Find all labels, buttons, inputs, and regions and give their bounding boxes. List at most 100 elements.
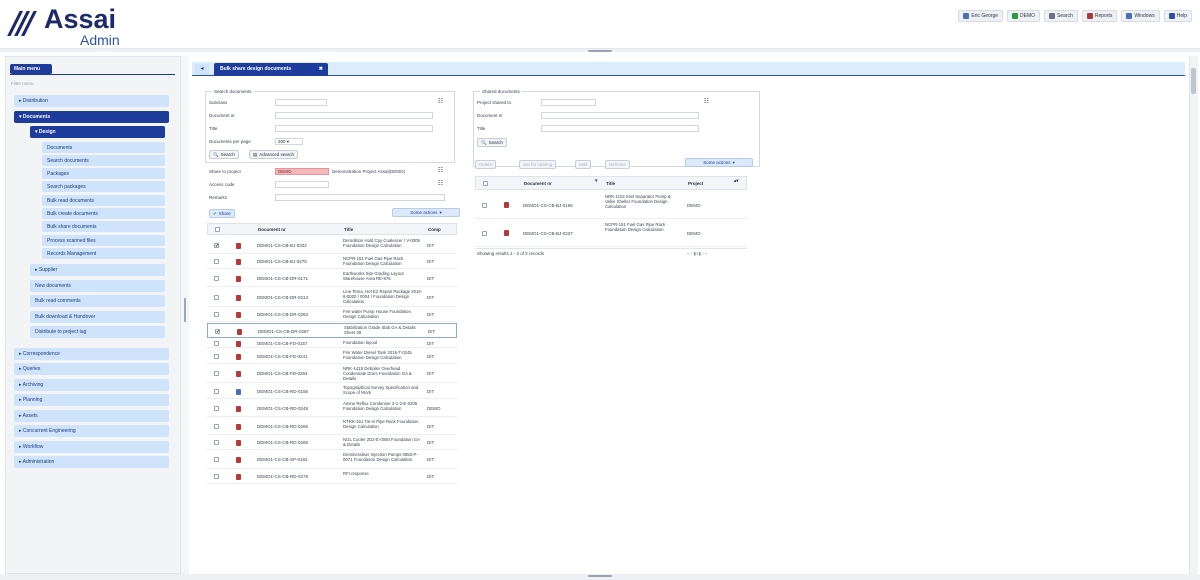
row-checkbox[interactable] <box>214 353 219 359</box>
document-nr-cell[interactable]: DEMO1-CS-CB-BJ-0202 <box>257 243 307 248</box>
shared-document-nr-cell[interactable]: DEMO1-CS-CB-BJ-0165 <box>523 203 573 208</box>
pdf-file-icon[interactable] <box>236 259 241 265</box>
menu-filter-input[interactable]: Filter menu <box>11 81 169 88</box>
tab-bulk-share-design-documents[interactable]: Bulk share design documents ✖ <box>214 63 328 76</box>
subclass-picker-icon[interactable]: ☷ <box>437 99 444 106</box>
pdf-file-icon[interactable] <box>236 294 241 301</box>
assai-logo[interactable]: /// Assai Admin <box>10 4 130 48</box>
document-file-icon[interactable] <box>236 388 241 395</box>
tab-close-icon[interactable]: ✖ <box>319 66 323 72</box>
document-nr-cell[interactable]: DEMO1-CS-CB-BJ-0275 <box>257 259 307 264</box>
pdf-file-icon[interactable] <box>504 230 509 236</box>
row-checkbox[interactable] <box>214 440 219 445</box>
document-nr-cell[interactable]: DEMO1-CS-CB-SP-0182 <box>257 457 308 462</box>
table-row[interactable]: DEMO1-CS-CB-RD-0266 NTRK-151 Tie-in Pipe … <box>207 418 457 435</box>
pdf-file-icon[interactable] <box>236 440 241 446</box>
row-checkbox[interactable]: ✔ <box>215 328 220 334</box>
shared-some-actions-button[interactable]: Some actions ▾ <box>685 158 753 167</box>
shared-col-document-nr[interactable]: Document nr <box>524 181 552 186</box>
table-row[interactable]: DEMO1-CS-CB-RD-0248 Amine Reflux Condense… <box>207 400 457 417</box>
subclass-input[interactable] <box>275 99 327 106</box>
top-splitter-grip-icon[interactable] <box>588 50 612 52</box>
topnav-help[interactable]: Help <box>1163 10 1192 22</box>
scrollbar-thumb[interactable] <box>1191 68 1196 94</box>
menu-item-design[interactable]: ▾ Design <box>30 126 165 138</box>
share-button[interactable]: ✔ Share <box>209 209 235 218</box>
column-sort-icon[interactable]: ▴▾ <box>734 178 739 184</box>
menu-item-administration[interactable]: ▸ Administration <box>14 456 169 469</box>
project-shared-to-input[interactable] <box>541 99 596 106</box>
remarks-input[interactable] <box>275 194 445 201</box>
select-all-checkbox[interactable] <box>215 227 220 232</box>
document-nr-cell[interactable]: DEMO1-CS-CB-RD-0248 <box>257 406 308 411</box>
search-button[interactable]: 🔍 Search <box>209 150 239 159</box>
row-checkbox[interactable] <box>214 388 219 394</box>
pdf-file-icon[interactable] <box>237 328 242 335</box>
shared-col-title[interactable]: Title <box>606 181 615 186</box>
pdf-file-icon[interactable] <box>236 275 241 282</box>
document-nr-cell[interactable]: DEMO1-CS-CB-DR-0287 <box>258 329 309 334</box>
some-actions-button[interactable]: Some actions ▾ <box>392 208 460 217</box>
document-nr-input[interactable] <box>275 112 433 119</box>
pager-icon[interactable]: « ‹ ▮1▮ › » <box>687 251 707 257</box>
pdf-file-icon[interactable] <box>236 423 241 430</box>
mail-button[interactable]: Mail <box>575 160 592 169</box>
table-row[interactable]: DEMO1-CS-CB-RD-0156 Topographical Survey … <box>207 384 457 399</box>
menu-item-workflow[interactable]: ▸ Workflow <box>14 440 169 453</box>
shared-row-checkbox[interactable] <box>482 203 487 208</box>
share-to-project-input[interactable]: DEMO <box>275 168 329 175</box>
pdf-file-icon[interactable] <box>236 353 241 360</box>
vertical-splitter-grip-icon[interactable] <box>184 298 186 322</box>
col-document-nr[interactable]: Document nr <box>258 227 286 232</box>
row-checkbox[interactable] <box>214 457 219 462</box>
row-checkbox[interactable] <box>214 423 219 429</box>
share-project-picker-icon[interactable]: ☷ <box>437 168 444 175</box>
menu-item-new-documents[interactable]: New documents <box>30 279 165 292</box>
menu-item-queries[interactable]: ▸ Queries <box>14 363 169 376</box>
document-nr-cell[interactable]: DEMO1-CS-CB-FD-0241 <box>257 354 308 359</box>
set-for-sharing-button[interactable]: Set for sharing <box>519 160 557 169</box>
shared-title-input[interactable] <box>541 125 699 132</box>
document-nr-cell[interactable]: DEMO1-CS-CB-DR-0253 <box>257 312 308 317</box>
document-nr-cell[interactable]: DEMO1-CS-CB-RD-0156 <box>257 389 308 394</box>
menu-item-supplier[interactable]: ▸ Supplier <box>30 264 165 277</box>
shared-table-row[interactable]: DEMO1-CS-CB-BJ-0165 NRK-1102 Inlet Separa… <box>475 192 747 219</box>
project-shared-picker-icon[interactable]: ☷ <box>703 99 710 106</box>
row-checkbox[interactable] <box>214 405 219 411</box>
topnav-reports[interactable]: Reports <box>1081 10 1118 22</box>
shared-document-nr-input[interactable] <box>541 112 699 119</box>
row-checkbox[interactable] <box>214 371 219 376</box>
table-row[interactable]: DEMO1-CS-CB-DR-0213 Line Tema, Het E2 Rep… <box>207 288 457 307</box>
access-code-picker-icon[interactable]: ☷ <box>437 181 444 188</box>
pdf-file-icon[interactable] <box>236 242 241 249</box>
topnav-demo[interactable]: DEMO <box>1007 10 1041 22</box>
menu-item-documents[interactable]: ▾ Documents <box>14 110 169 123</box>
document-nr-cell[interactable]: DEMO1-CS-CB-RD-0266 <box>257 424 308 429</box>
per-page-select[interactable]: 200 ▾ <box>275 138 303 145</box>
home-tab-icon[interactable]: ◂ <box>195 64 209 75</box>
menu-item-packages[interactable]: Packages <box>42 168 165 180</box>
pdf-file-icon[interactable] <box>236 340 241 347</box>
row-checkbox[interactable] <box>214 294 219 300</box>
row-checkbox[interactable]: ✔ <box>214 242 219 248</box>
shared-col-project[interactable]: Project <box>688 181 703 186</box>
menu-item-documents[interactable]: Documents <box>42 141 165 153</box>
table-row[interactable]: DEMO1-CS-CB-DR-0253 Fire water Pump House… <box>207 308 457 322</box>
table-row[interactable]: DEMO1-CS-CB-RD-0269 NGL Cooler 2D2-E-0050… <box>207 436 457 450</box>
pdf-file-icon[interactable] <box>236 474 241 480</box>
table-row[interactable]: DEMO1-CS-CB-FD-0264 NRK-1415 Deboiler Ove… <box>207 365 457 383</box>
pdf-file-icon[interactable] <box>236 371 241 377</box>
menu-item-archiving[interactable]: ▸ Archiving <box>14 378 169 391</box>
document-nr-cell[interactable]: DEMO1-CS-CB-FD-0264 <box>257 371 308 376</box>
shared-row-checkbox[interactable] <box>482 231 487 236</box>
menu-item-assets[interactable]: ▸ Assets <box>14 409 169 422</box>
delete-button[interactable]: Delete <box>475 160 497 169</box>
menu-item-bulk-create-documents[interactable]: Bulk create documents <box>42 208 165 219</box>
shared-table-row[interactable]: DEMO1-CS-CB-BJ-0227 NCPR-151 Fuel Gas Pip… <box>475 220 747 247</box>
table-row[interactable]: ✔ DEMO1-CS-CB-BJ-0202 Demolition Hold Cpy … <box>207 237 457 254</box>
menu-item-correspondence[interactable]: ▸ Correspondence <box>14 347 169 360</box>
table-row[interactable]: DEMO1-CS-CB-BJ-0275 NCPR-151 Fuel Gas Pip… <box>207 255 457 269</box>
advanced-search-button[interactable]: ▤ Advanced search <box>249 150 299 159</box>
table-row[interactable]: DEMO1-CS-CB-SP-0182 Demineraliser Injecti… <box>207 451 457 469</box>
shared-document-nr-cell[interactable]: DEMO1-CS-CB-BJ-0227 <box>523 231 573 236</box>
